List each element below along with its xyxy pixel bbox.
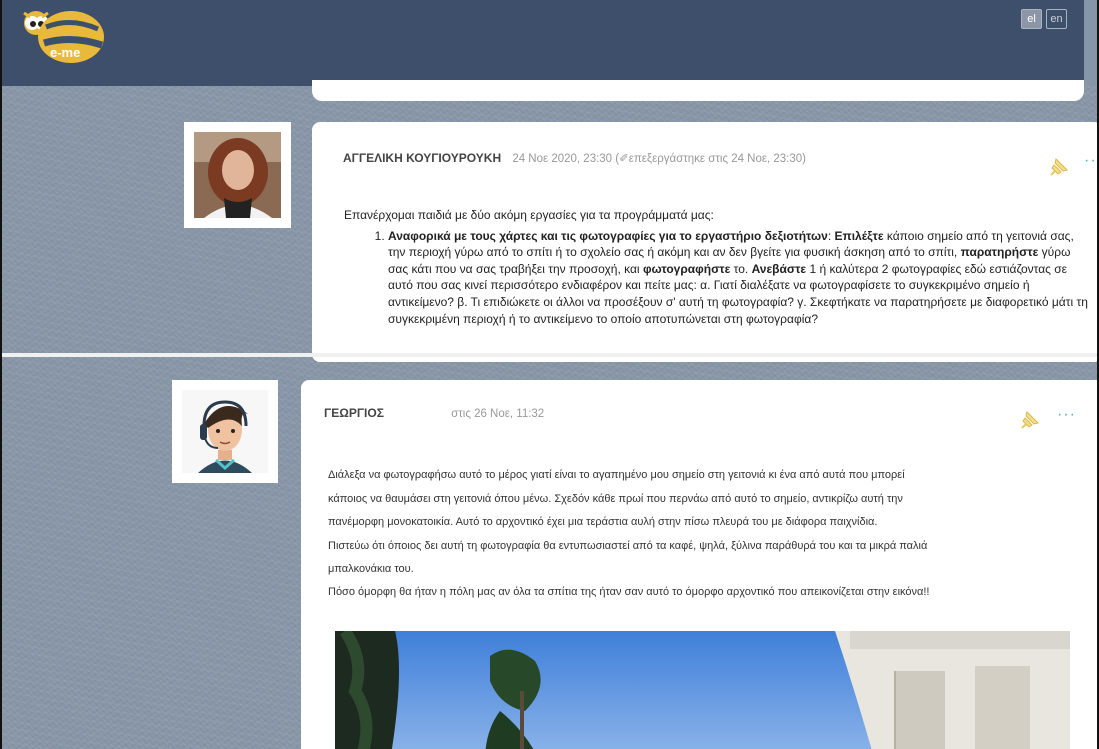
post-line: μπαλκονάκια του. [328,563,414,576]
post-line: Διάλεξα να φωτογραφήσω αυτό το μέρος για… [328,469,905,481]
post-date: 24 Νοε 2020, 23:30 [512,153,613,165]
more-options-icon[interactable]: ··· [1084,152,1097,170]
pushpin-icon[interactable] [1014,406,1044,434]
post-card: ΓΕΩΡΓΙΟΣ στις 26 Νοε, 11:32 ··· Διάλεξα … [301,380,1097,749]
more-options-icon[interactable]: ··· [1057,406,1076,424]
avatar[interactable] [172,380,278,483]
header-edge [1084,0,1097,86]
logo-text: e-me [50,45,80,60]
post-card: ΑΓΓΕΛΙΚΗ ΚΟΥΓΙΟΥΡΟΥΚΗ 24 Νοε 2020, 23:30… [312,122,1097,362]
post-line: πανέμορφη μονοκατοικία. Αυτό το αρχοντικ… [328,516,878,529]
task-list: Αναφορικά με τους χάρτες και τις φωτογρα… [344,228,1089,328]
post-intro: Επανέρχομαι παιδιά με δύο ακόμη εργασίες… [344,208,714,222]
app-header: e-me el en [2,0,1084,86]
post-author[interactable]: ΑΓΓΕΛΙΚΗ ΚΟΥΓΙΟΥΡΟΥΚΗ [343,151,501,165]
post-edited-note: (✐επεξεργάστηκε στις 24 Νοε, 23:30) [615,153,807,165]
avatar[interactable] [184,122,291,228]
post-date: στις 26 Νοε, 11:32 [451,408,545,420]
screenshot-divider [2,353,1097,357]
post-header: ΓΕΩΡΓΙΟΣ στις 26 Νοε, 11:32 [324,406,544,420]
task-item: Αναφορικά με τους χάρτες και τις φωτογρα… [388,228,1089,328]
post-line: κάποιος να θαυμάσει στη γειτονιά όπου μέ… [328,492,903,505]
post-header: ΑΓΓΕΛΙΚΗ ΚΟΥΓΙΟΥΡΟΥΚΗ 24 Νοε 2020, 23:30… [343,151,806,165]
previous-post-card-bottom [312,80,1084,101]
lang-en-button[interactable]: en [1046,9,1067,29]
post-author[interactable]: ΓΕΩΡΓΙΟΣ [324,406,384,420]
post-line: Πόσο όμορφη θα ήταν η πόλη μας αν όλα τα… [328,585,930,598]
e-me-logo[interactable]: e-me [16,7,108,69]
user-photo-icon [194,132,281,218]
pushpin-icon[interactable] [1043,153,1073,181]
post-body: Επανέρχομαι παιδιά με δύο ακόμη εργασίες… [344,207,1089,327]
house-photo[interactable] [335,631,1070,749]
post-line: Πιστεύω ότι όποιος δει αυτή τη φωτογραφί… [328,539,928,552]
boy-avatar-icon [182,390,268,473]
post-body: Διάλεξα να φωτογραφήσω αυτό το μέρος για… [328,464,1068,602]
lang-el-button[interactable]: el [1021,9,1042,29]
page-frame: e-me el en ΑΓΓΕΛΙΚΗ ΚΟΥΓΙΟΥΡΟΥΚΗ 24 Νοε … [2,0,1097,749]
